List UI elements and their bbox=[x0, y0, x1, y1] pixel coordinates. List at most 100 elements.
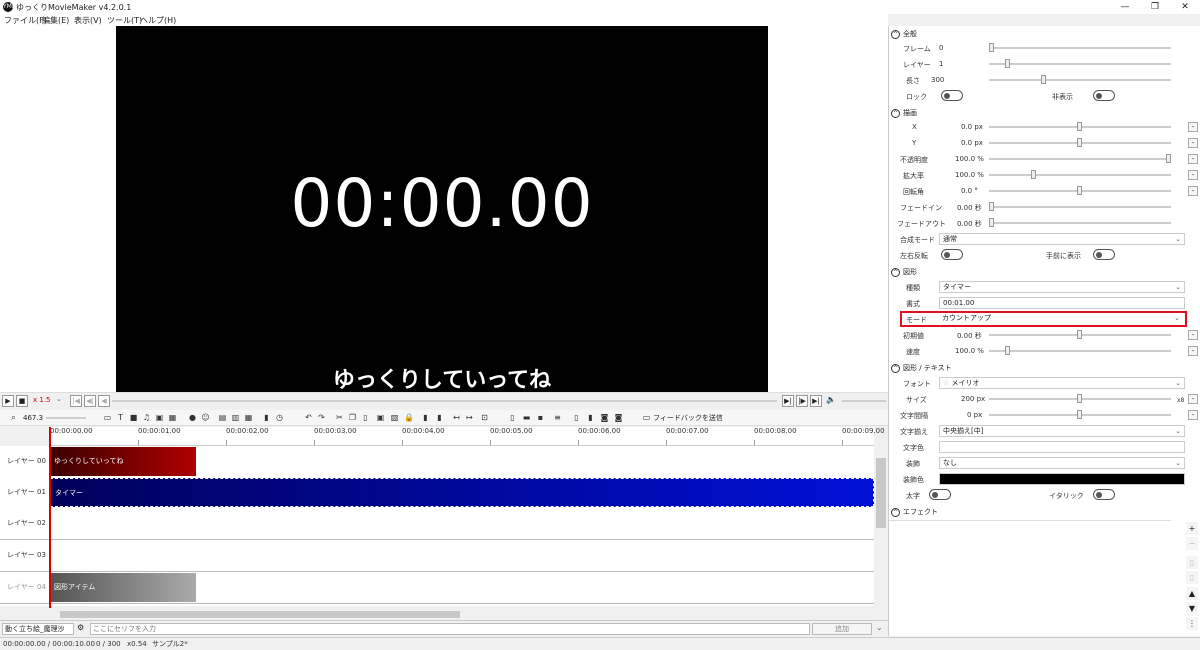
zoom-value[interactable]: 100.0 % bbox=[955, 171, 984, 179]
format-input[interactable]: 00:01.00 bbox=[939, 297, 1185, 309]
section-shape[interactable]: ^ 図形 bbox=[891, 267, 917, 277]
vertical-scrollbar[interactable] bbox=[874, 446, 888, 606]
x-slider[interactable] bbox=[989, 122, 1171, 131]
timeline-clip[interactable]: 図形アイテム bbox=[50, 573, 196, 602]
lock-icon[interactable]: 🔒 bbox=[404, 413, 414, 422]
chevron-up-icon[interactable]: ^ bbox=[891, 29, 900, 39]
menu-edit[interactable]: 編集(E) bbox=[42, 15, 69, 26]
step-forward-icon[interactable]: ▶| bbox=[782, 395, 794, 407]
minimize-button[interactable]: — bbox=[1110, 1, 1140, 13]
opacity-slider[interactable] bbox=[989, 154, 1171, 163]
render-icon[interactable]: ▮ bbox=[586, 413, 595, 422]
menu-file[interactable]: ファイル(F) bbox=[4, 15, 47, 26]
undo-icon[interactable]: ↶ bbox=[304, 413, 313, 422]
paste-icon[interactable]: ▯ bbox=[361, 413, 370, 422]
image-icon[interactable]: ▣ bbox=[155, 413, 164, 422]
chevron-down-icon[interactable]: ⌄ bbox=[876, 623, 883, 632]
fit-icon[interactable]: ⊡ bbox=[480, 413, 489, 422]
rotation-slider[interactable] bbox=[989, 186, 1171, 195]
clipboard-icon[interactable]: ▧ bbox=[390, 413, 399, 422]
spacing-slider[interactable] bbox=[989, 410, 1171, 419]
face-icon[interactable]: ☺ bbox=[201, 413, 210, 422]
blend-select[interactable]: 通常 ⌄ bbox=[939, 233, 1185, 245]
camera-icon[interactable]: ◙ bbox=[600, 413, 609, 422]
kind-select[interactable]: タイマー ⌄ bbox=[939, 281, 1185, 293]
play-button[interactable]: ▶ bbox=[2, 395, 14, 407]
layer-slider[interactable] bbox=[989, 59, 1171, 68]
save-icon[interactable]: ▮ bbox=[262, 413, 271, 422]
maximize-button[interactable]: ❐ bbox=[1140, 1, 1170, 13]
layer-row[interactable]: レイヤー 00 ゆっくりしていってね bbox=[0, 446, 874, 478]
person-icon[interactable]: ● bbox=[188, 413, 197, 422]
zoom-slider[interactable] bbox=[989, 170, 1171, 179]
scroll-thumb[interactable] bbox=[60, 611, 460, 618]
minus-button[interactable]: - bbox=[1188, 394, 1198, 404]
minus-button[interactable]: - bbox=[1188, 330, 1198, 340]
chevron-up-icon[interactable]: ^ bbox=[891, 267, 900, 277]
copy-icon[interactable]: ❐ bbox=[348, 413, 357, 422]
snapshot-icon[interactable]: ◙ bbox=[614, 413, 623, 422]
length-slider[interactable] bbox=[989, 75, 1171, 84]
chevron-up-icon[interactable]: ^ bbox=[891, 108, 900, 118]
text-icon[interactable]: T bbox=[116, 413, 125, 422]
grid-icon[interactable]: ▦ bbox=[244, 413, 253, 422]
minus-button[interactable]: - bbox=[1188, 138, 1198, 148]
menu-help[interactable]: ヘルプ(H) bbox=[140, 15, 176, 26]
bold-toggle[interactable] bbox=[929, 489, 951, 500]
timeline-zoom-slider[interactable] bbox=[46, 417, 86, 419]
settings-icon[interactable]: ≡ bbox=[553, 413, 562, 422]
skip-start-icon[interactable]: |◀ bbox=[70, 395, 82, 407]
initial-slider[interactable] bbox=[989, 330, 1171, 339]
x-value[interactable]: 0.0 px bbox=[961, 123, 983, 131]
layer-row[interactable]: レイヤー 03 bbox=[0, 540, 874, 572]
skip-end-icon[interactable]: ▶| bbox=[810, 395, 822, 407]
chevron-up-icon[interactable]: ^ bbox=[891, 507, 900, 517]
character-select[interactable]: 動く立ち絵_魔理沙 bbox=[2, 623, 74, 635]
minus-button[interactable]: - bbox=[1188, 186, 1198, 196]
layer-value[interactable]: 1 bbox=[939, 60, 943, 68]
add-button[interactable]: 追加 bbox=[812, 623, 872, 635]
layer-row[interactable]: レイヤー 01 タイマー bbox=[0, 477, 874, 509]
decoration-color-swatch[interactable] bbox=[939, 473, 1185, 485]
y-slider[interactable] bbox=[989, 138, 1171, 147]
effect-list[interactable] bbox=[889, 520, 1171, 632]
scroll-thumb[interactable] bbox=[876, 458, 886, 528]
timeline-clip[interactable]: タイマー bbox=[50, 478, 874, 507]
volume-slider[interactable] bbox=[842, 400, 886, 402]
playhead[interactable] bbox=[49, 427, 51, 608]
y-value[interactable]: 0.0 px bbox=[961, 139, 983, 147]
video-icon[interactable]: ■ bbox=[129, 413, 138, 422]
size-slider[interactable] bbox=[989, 394, 1171, 403]
timeline-ruler[interactable]: 00:00:00.00 00:00:01.00 00:00:02.00 00:0… bbox=[50, 427, 885, 446]
group-icon[interactable]: ▤ bbox=[218, 413, 227, 422]
redo-icon[interactable]: ↷ bbox=[317, 413, 326, 422]
step-back-icon[interactable]: ◀ bbox=[98, 395, 110, 407]
font-select[interactable]: ☆ メイリオ ⌄ bbox=[939, 377, 1185, 389]
speed-slider[interactable] bbox=[989, 346, 1171, 355]
front-toggle[interactable] bbox=[1093, 249, 1115, 260]
rotation-value[interactable]: 0.0 ° bbox=[961, 187, 978, 195]
layer-row[interactable]: レイヤー 04 図形アイテム bbox=[0, 572, 874, 604]
folder-icon[interactable]: ▬ bbox=[522, 413, 531, 422]
section-draw[interactable]: ^ 描画 bbox=[891, 108, 917, 118]
flip-toggle[interactable] bbox=[941, 249, 963, 260]
minus-button[interactable]: - bbox=[1188, 154, 1198, 164]
delete-icon[interactable]: ▮ bbox=[421, 413, 430, 422]
export-icon[interactable]: ▯ bbox=[572, 413, 581, 422]
timeline-clip[interactable]: ゆっくりしていってね bbox=[50, 447, 196, 476]
feedback-button[interactable]: フィードバックを送信 bbox=[653, 413, 723, 423]
add-effect-button[interactable]: + bbox=[1186, 522, 1198, 535]
frame-icon[interactable]: ▥ bbox=[231, 413, 240, 422]
chevron-down-icon[interactable]: ⌄ bbox=[56, 395, 62, 403]
mode-select[interactable]: カウントアップ ⌄ bbox=[939, 313, 1183, 325]
feedback-icon[interactable]: ▭ bbox=[642, 413, 651, 422]
size-value[interactable]: 200 px bbox=[961, 395, 985, 403]
fade-in-value[interactable]: 0.00 秒 bbox=[957, 203, 982, 213]
copy-effect-icon[interactable]: ▯ bbox=[1186, 556, 1198, 569]
layer-row[interactable]: レイヤー 02 bbox=[0, 508, 874, 540]
next-frame-icon[interactable]: |▶ bbox=[796, 395, 808, 407]
decoration-select[interactable]: なし ⌄ bbox=[939, 457, 1185, 469]
close-button[interactable]: ✕ bbox=[1170, 1, 1200, 13]
fade-in-slider[interactable] bbox=[989, 202, 1171, 211]
section-effect[interactable]: ^ エフェクト bbox=[891, 507, 938, 517]
